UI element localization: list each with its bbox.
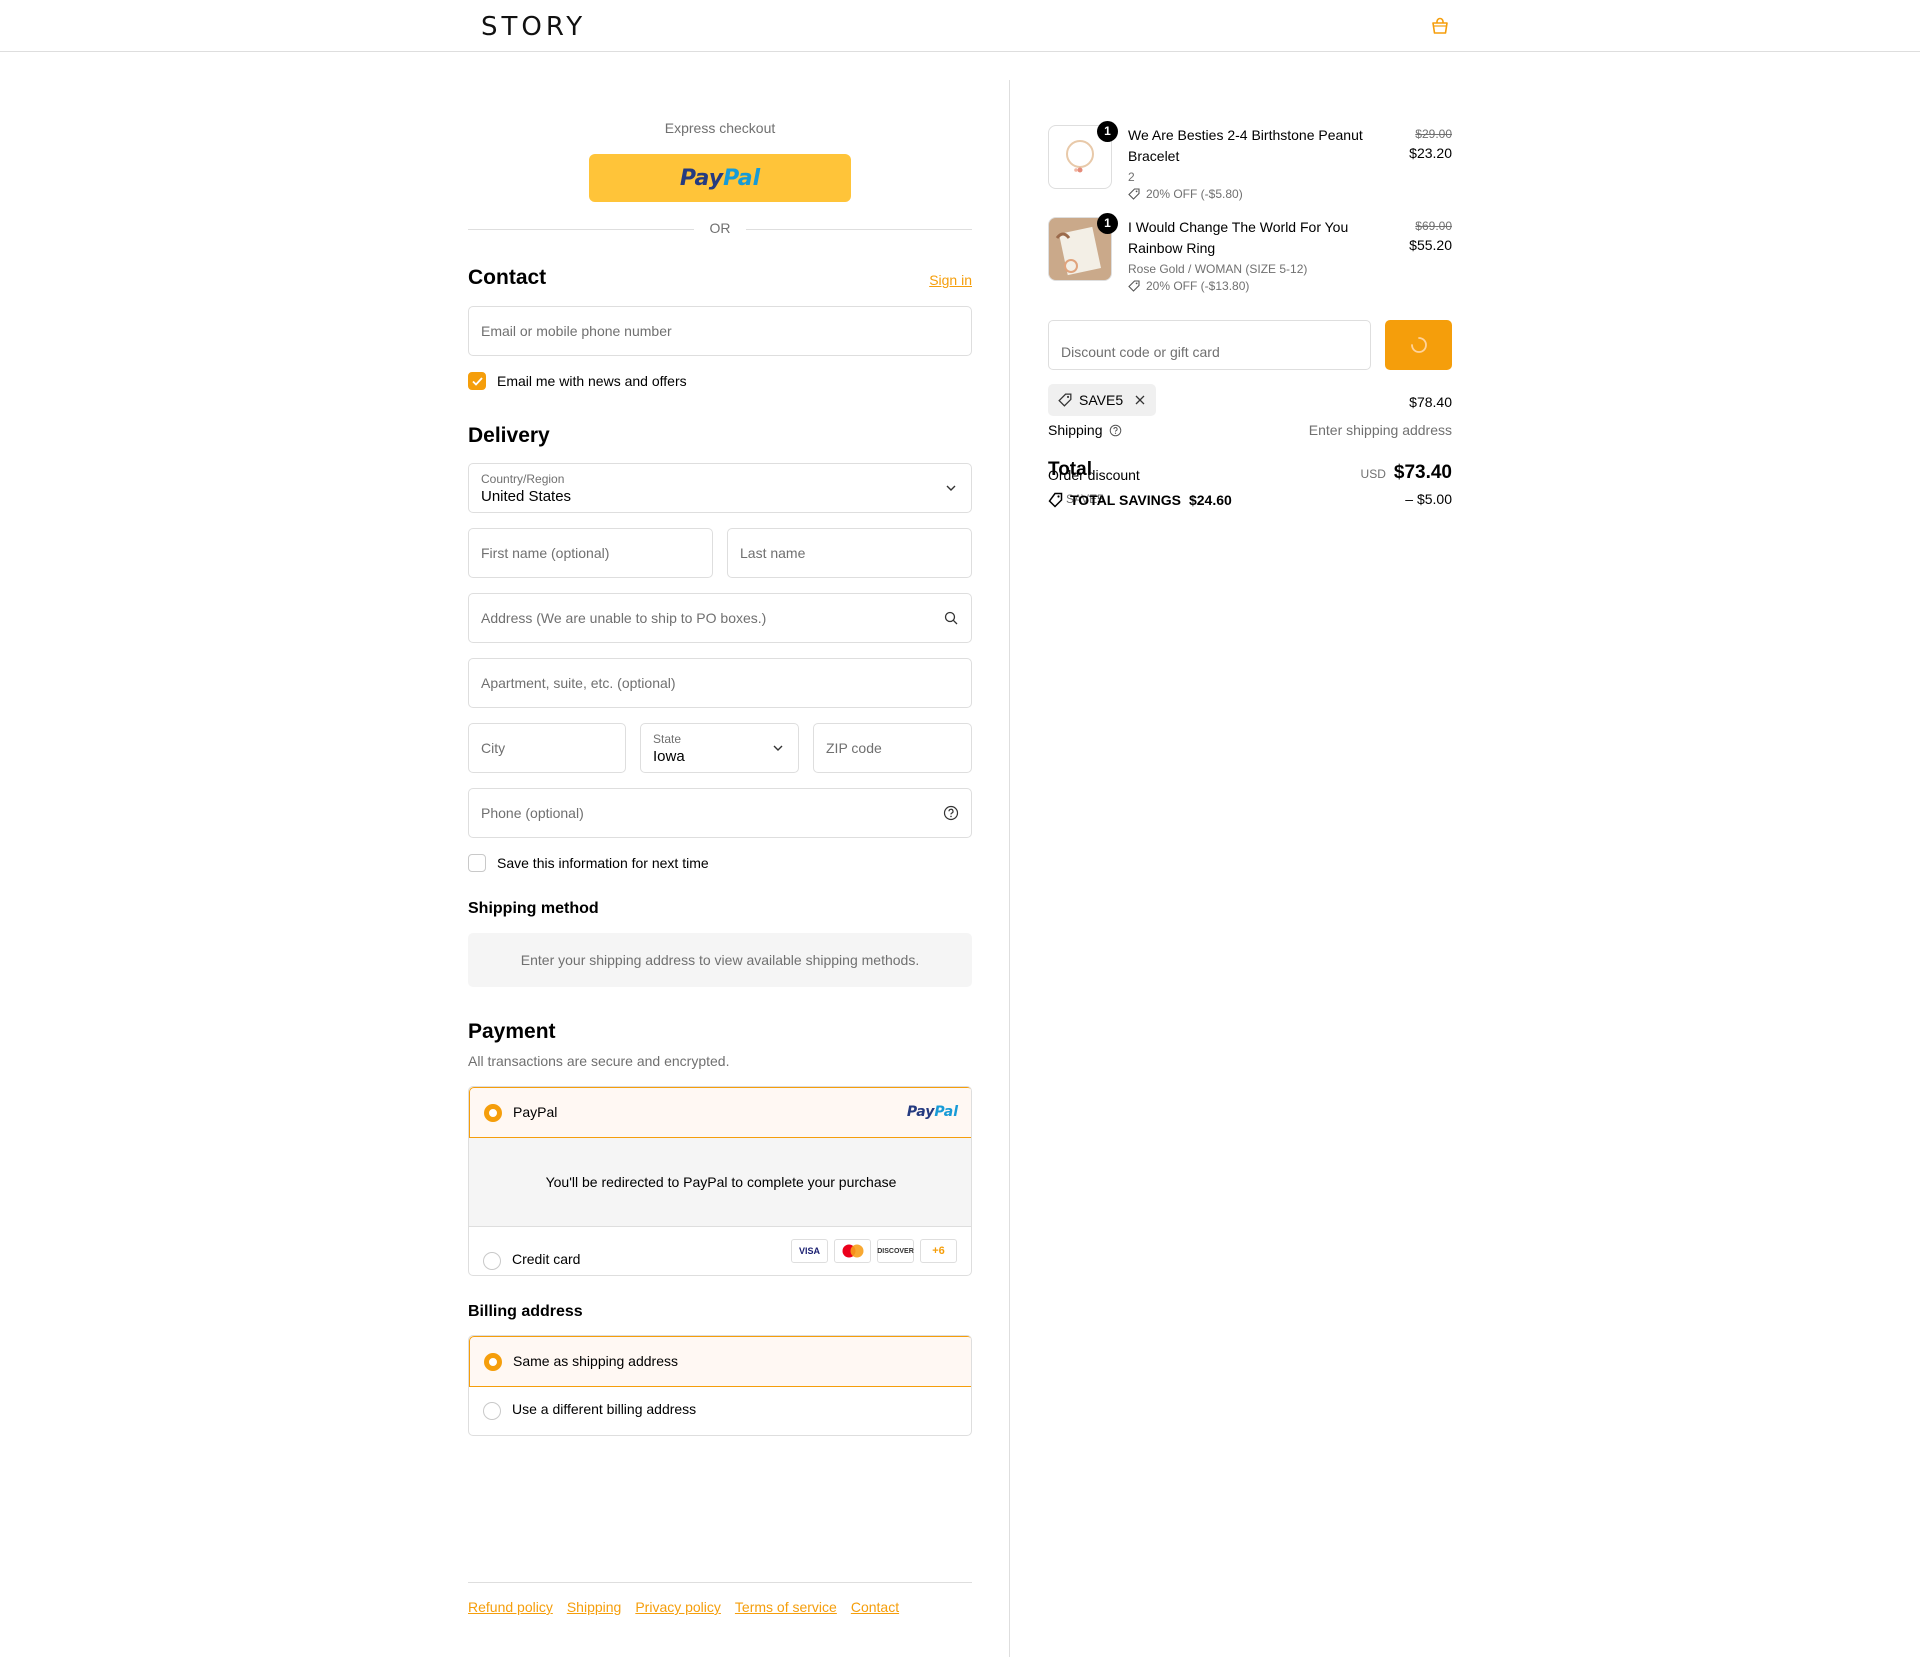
total-value: USD $73.40	[1360, 462, 1452, 483]
loading-spinner-icon	[1410, 337, 1427, 353]
cart-item: 1 I Would Change The World For You Rainb…	[1048, 213, 1452, 297]
terms-link[interactable]: Terms of service	[735, 1599, 837, 1615]
first-name-field[interactable]: First name (optional)	[468, 528, 713, 578]
site-header: STORY	[0, 0, 1920, 52]
search-icon	[944, 611, 958, 625]
payment-heading: Payment	[468, 1020, 556, 1043]
quantity-badge: 1	[1097, 121, 1118, 142]
help-icon[interactable]	[1109, 424, 1122, 437]
contact-link[interactable]: Contact	[851, 1599, 899, 1615]
footer-divider	[468, 1582, 972, 1583]
original-price: $29.00	[1415, 127, 1452, 141]
same-billing-label: Same as shipping address	[513, 1353, 678, 1369]
order-discount-value: – $5.00	[1405, 491, 1452, 507]
discount-code-field[interactable]: Discount code or gift card	[1048, 320, 1371, 370]
item-name: We Are Besties 2-4 Birthstone Peanut Bra…	[1128, 127, 1363, 164]
email-field[interactable]: Email or mobile phone number	[468, 306, 972, 356]
help-icon[interactable]	[943, 805, 959, 821]
contact-heading: Contact	[468, 266, 547, 289]
news-opt-in[interactable]: Email me with news and offers	[468, 371, 687, 391]
zip-field[interactable]: ZIP code	[813, 723, 972, 773]
tag-icon	[1128, 280, 1140, 292]
paypal-redirect-note: You'll be redirected to PayPal to comple…	[469, 1138, 971, 1227]
paypal-option-label: PayPal	[513, 1104, 558, 1120]
different-billing-radio[interactable]	[483, 1402, 501, 1420]
save-info-label: Save this information for next time	[497, 855, 709, 871]
apply-discount-button[interactable]	[1385, 320, 1452, 370]
card-brands: VISA DISCOVER +6	[791, 1239, 957, 1263]
total-savings: TOTAL SAVINGS $24.60	[1048, 492, 1232, 508]
quantity-badge: 1	[1097, 213, 1118, 234]
save-info-option[interactable]: Save this information for next time	[468, 853, 709, 873]
item-discount: 20% OFF (-$5.80)	[1128, 187, 1243, 201]
item-price: $23.20	[1409, 145, 1452, 161]
mastercard-icon	[834, 1239, 871, 1263]
item-variant: Rose Gold / WOMAN (SIZE 5-12)	[1128, 262, 1308, 276]
billing-heading: Billing address	[468, 1303, 583, 1320]
original-price: $69.00	[1415, 219, 1452, 233]
item-price: $55.20	[1409, 237, 1452, 253]
tag-icon	[1128, 188, 1140, 200]
same-billing-radio[interactable]	[484, 1353, 502, 1371]
shopping-bag-icon[interactable]	[1430, 17, 1450, 35]
apartment-field[interactable]: Apartment, suite, etc. (optional)	[468, 658, 972, 708]
tags-icon	[1048, 492, 1063, 508]
different-billing-label[interactable]: Use a different billing address	[512, 1401, 696, 1417]
cart-item: 1 We Are Besties 2-4 Birthstone Peanut B…	[1048, 121, 1452, 205]
payment-subtitle: All transactions are secure and encrypte…	[468, 1053, 730, 1069]
discover-icon: DISCOVER	[877, 1239, 914, 1263]
paypal-radio[interactable]	[484, 1104, 502, 1122]
paypal-logo: PayPal	[679, 165, 761, 191]
tag-icon	[1058, 393, 1072, 407]
billing-options: Same as shipping address Use a different…	[468, 1335, 972, 1436]
refund-policy-link[interactable]: Refund policy	[468, 1599, 553, 1615]
item-name: I Would Change The World For You Rainbow…	[1128, 219, 1349, 256]
last-name-field[interactable]: Last name	[727, 528, 972, 578]
paypal-payment-option[interactable]: PayPal PayPal	[469, 1087, 971, 1138]
save-info-checkbox[interactable]	[468, 854, 486, 872]
column-divider	[1009, 80, 1010, 1657]
chevron-down-icon	[773, 745, 783, 751]
close-icon[interactable]	[1134, 394, 1146, 406]
delivery-heading: Delivery	[468, 424, 550, 447]
news-checkbox[interactable]	[468, 372, 486, 390]
news-label: Email me with news and offers	[497, 373, 687, 389]
subtotal-value: $78.40	[1409, 394, 1452, 410]
order-discount-label: Order discount	[1048, 467, 1140, 483]
privacy-policy-link[interactable]: Privacy policy	[635, 1599, 721, 1615]
city-field[interactable]: City	[468, 723, 626, 773]
visa-icon: VISA	[791, 1239, 828, 1263]
chevron-down-icon	[946, 485, 956, 491]
footer-links: Refund policy Shipping Privacy policy Te…	[468, 1599, 899, 1615]
credit-card-label[interactable]: Credit card	[512, 1251, 580, 1267]
country-select[interactable]: Country/Region United States	[468, 463, 972, 513]
shipping-method-note: Enter your shipping address to view avai…	[468, 933, 972, 987]
paypal-express-button[interactable]: PayPal	[589, 154, 851, 202]
item-discount: 20% OFF (-$13.80)	[1128, 279, 1249, 293]
applied-code: SAVE5	[1079, 392, 1124, 408]
address-field[interactable]: Address (We are unable to ship to PO box…	[468, 593, 972, 643]
or-divider: OR	[468, 220, 972, 238]
phone-field[interactable]: Phone (optional)	[468, 788, 972, 838]
store-logo[interactable]: STORY	[481, 12, 586, 42]
credit-card-radio[interactable]	[483, 1252, 501, 1270]
applied-discount-chip: SAVE5	[1048, 384, 1156, 416]
item-variant: 2	[1128, 170, 1135, 184]
same-billing-option[interactable]: Same as shipping address	[469, 1336, 971, 1387]
more-cards-badge: +6	[920, 1239, 957, 1263]
express-checkout-title: Express checkout	[664, 120, 776, 136]
shipping-method-heading: Shipping method	[468, 900, 599, 917]
payment-options: PayPal PayPal You'll be redirected to Pa…	[468, 1086, 972, 1276]
state-select[interactable]: State Iowa	[640, 723, 799, 773]
shipping-value: Enter shipping address	[1308, 422, 1452, 438]
shipping-row: Shipping	[1048, 422, 1122, 438]
paypal-logo-small: PayPal	[906, 1104, 958, 1120]
shipping-link[interactable]: Shipping	[567, 1599, 622, 1615]
sign-in-link[interactable]: Sign in	[929, 272, 972, 288]
